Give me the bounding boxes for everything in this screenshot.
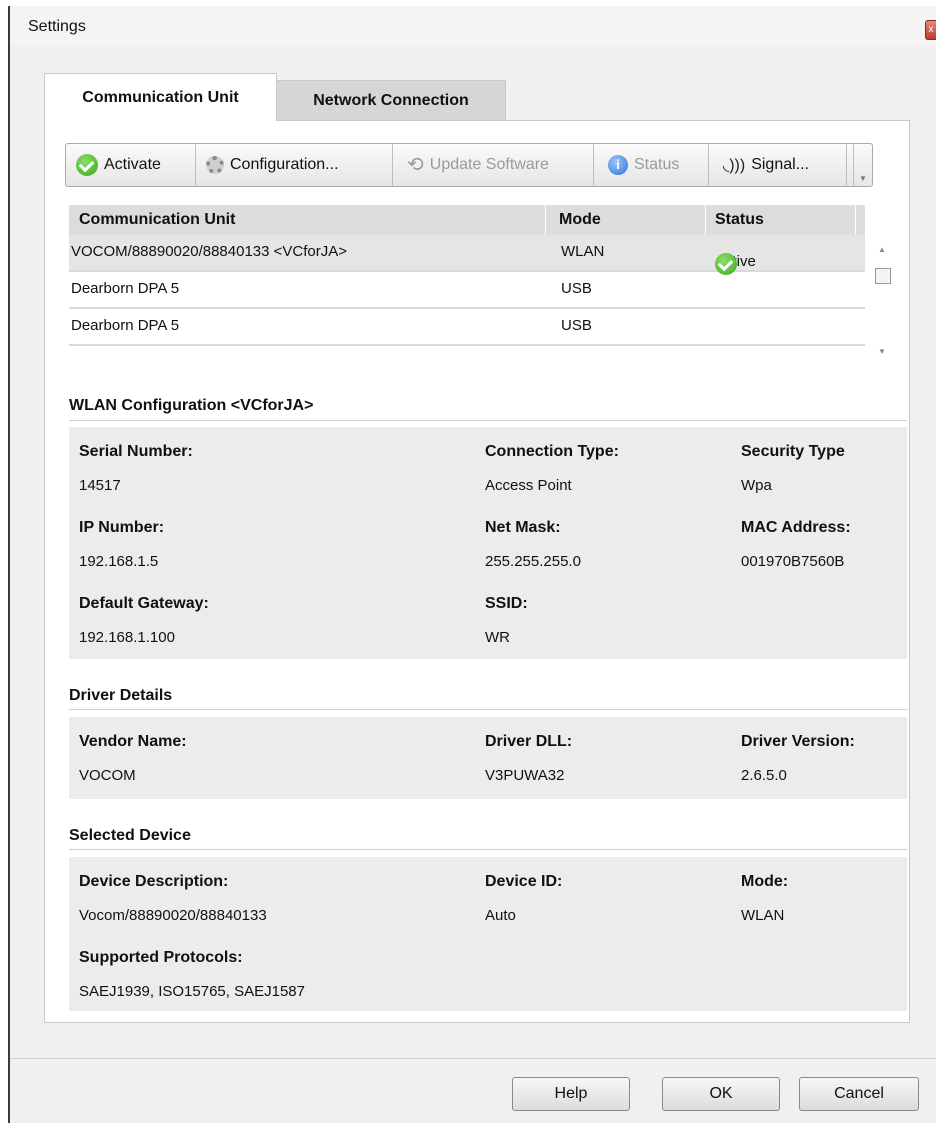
driver-info-box: Vendor Name: VOCOM Driver DLL: V3PUWA32 …	[69, 717, 907, 799]
status-label: Status	[634, 156, 680, 173]
column-divider	[855, 205, 856, 235]
device-section-title: Selected Device	[69, 827, 191, 844]
net-mask-label: Net Mask:	[485, 519, 561, 536]
toolbar-overflow-icon[interactable]: ▼	[853, 144, 872, 186]
driver-dll-label: Driver DLL:	[485, 733, 573, 750]
communication-units-table: Communication Unit Mode Status VOCOM/888…	[69, 205, 897, 365]
table-scrollbar[interactable]: ▲ ▼	[869, 235, 897, 365]
cancel-button[interactable]: Cancel	[799, 1077, 919, 1111]
close-icon[interactable]: x	[925, 20, 936, 40]
connection-type-label: Connection Type:	[485, 443, 619, 460]
check-icon	[76, 154, 98, 176]
default-gateway-value: 192.168.1.100	[79, 629, 175, 646]
column-status[interactable]: Status	[715, 211, 764, 229]
divider	[69, 849, 907, 850]
supported-protocols-value: SAEJ1939, ISO15765, SAEJ1587	[79, 983, 305, 1000]
column-mode[interactable]: Mode	[559, 211, 601, 229]
ip-number-label: IP Number:	[79, 519, 165, 536]
configuration-label: Configuration...	[230, 156, 339, 173]
mac-address-label: MAC Address:	[741, 519, 851, 536]
divider	[69, 420, 907, 421]
scroll-up-icon[interactable]: ▲	[878, 245, 886, 254]
communication-unit-panel: Activate Configuration... ⟲ Update Softw…	[44, 120, 910, 1023]
signal-button[interactable]: ◟))) Signal...	[709, 144, 847, 186]
serial-number-value: 14517	[79, 477, 121, 494]
column-divider	[545, 205, 546, 235]
connection-type-value: Access Point	[485, 477, 572, 494]
signal-label: Signal...	[751, 156, 809, 173]
footer-divider	[10, 1058, 936, 1059]
wlan-info-box: Serial Number: 14517 Connection Type: Ac…	[69, 427, 907, 659]
window-title: Settings	[28, 18, 86, 35]
ssid-value: WR	[485, 629, 510, 646]
table-row[interactable]: VOCOM/88890020/88840133 <VCforJA> WLAN A…	[69, 235, 865, 275]
activate-button[interactable]: Activate	[66, 144, 196, 186]
toolbar: Activate Configuration... ⟲ Update Softw…	[65, 143, 873, 187]
gear-icon	[206, 156, 224, 174]
title-bar: Settings x	[10, 6, 936, 46]
ip-number-value: 192.168.1.5	[79, 553, 159, 570]
tab-control: Communication Unit Network Connection Ac…	[44, 73, 910, 1023]
status-button[interactable]: i Status	[594, 144, 709, 186]
table-row[interactable]: Dearborn DPA 5 USB	[69, 272, 865, 309]
tab-communication-unit[interactable]: Communication Unit	[44, 73, 277, 121]
device-info-box: Device Description: Vocom/88890020/88840…	[69, 857, 907, 1011]
help-button[interactable]: Help	[512, 1077, 630, 1111]
signal-icon: ◟)))	[723, 157, 746, 174]
unit-name: VOCOM/88890020/88840133 <VCforJA>	[71, 243, 348, 260]
unit-name: Dearborn DPA 5	[71, 317, 180, 334]
device-description-label: Device Description:	[79, 873, 229, 890]
net-mask-value: 255.255.255.0	[485, 553, 581, 570]
update-software-label: Update Software	[429, 156, 549, 173]
unit-name: Dearborn DPA 5	[71, 280, 180, 297]
scroll-thumb[interactable]	[875, 268, 891, 284]
update-software-button[interactable]: ⟲ Update Software	[393, 144, 594, 186]
tab-network-connection[interactable]: Network Connection	[277, 80, 506, 121]
supported-protocols-label: Supported Protocols:	[79, 949, 243, 966]
serial-number-label: Serial Number:	[79, 443, 193, 460]
configuration-button[interactable]: Configuration...	[196, 144, 393, 186]
table-row[interactable]: Dearborn DPA 5 USB	[69, 309, 865, 346]
mode-value: WLAN	[741, 907, 785, 924]
scroll-down-icon[interactable]: ▼	[878, 347, 886, 356]
driver-dll-value: V3PUWA32	[485, 767, 565, 784]
activate-label: Activate	[104, 156, 161, 173]
unit-mode: USB	[561, 317, 592, 334]
divider	[69, 709, 907, 710]
driver-version-value: 2.6.5.0	[741, 767, 787, 784]
table-header: Communication Unit Mode Status	[69, 205, 865, 235]
ssid-label: SSID:	[485, 595, 528, 612]
sync-icon: ⟲	[407, 154, 424, 176]
security-type-label: Security Type	[741, 443, 845, 460]
default-gateway-label: Default Gateway:	[79, 595, 209, 612]
unit-mode: WLAN	[561, 243, 605, 260]
device-id-label: Device ID:	[485, 873, 563, 890]
mac-address-value: 001970B7560B	[741, 553, 845, 570]
ok-button[interactable]: OK	[662, 1077, 780, 1111]
driver-version-label: Driver Version:	[741, 733, 855, 750]
vendor-name-value: VOCOM	[79, 767, 136, 784]
unit-mode: USB	[561, 280, 592, 297]
column-communication-unit[interactable]: Communication Unit	[79, 211, 235, 229]
driver-section-title: Driver Details	[69, 687, 173, 704]
security-type-value: Wpa	[741, 477, 772, 494]
wlan-section-title: WLAN Configuration <VCforJA>	[69, 397, 314, 414]
column-divider	[705, 205, 706, 235]
device-id-value: Auto	[485, 907, 516, 924]
info-icon: i	[608, 155, 628, 175]
mode-label: Mode:	[741, 873, 789, 890]
settings-window: Settings x Communication Unit Network Co…	[8, 6, 936, 1123]
vendor-name-label: Vendor Name:	[79, 733, 187, 750]
device-description-value: Vocom/88890020/88840133	[79, 907, 267, 924]
